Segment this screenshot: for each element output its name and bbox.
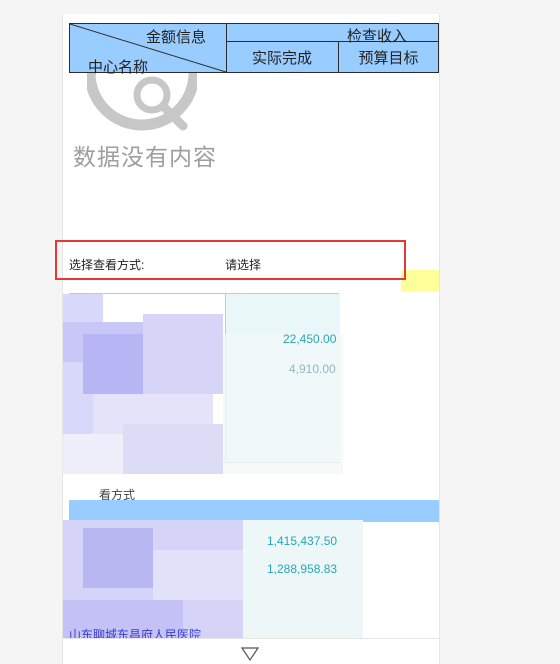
value-2: 4,910.00: [289, 362, 336, 376]
header-group-exam-income: 检查收入: [226, 24, 438, 45]
pixelated-region-top: [63, 294, 343, 474]
value-4: 1,288,958.83: [267, 562, 338, 576]
bottom-bar: [63, 638, 439, 664]
blue-header-row: [69, 500, 439, 522]
value-3: 1,415,437.50: [267, 534, 338, 548]
header-budget-target: 预算目标: [358, 49, 419, 67]
header-actual-completed: 实际完成: [226, 42, 339, 72]
value-1: 22,450.00: [283, 332, 337, 346]
diagonal-header-cell: 金额信息 中心名称: [70, 24, 227, 76]
report-panel: 金额信息 中心名称 检查收入 实际完成 预算目标 数据没有内容 选择查看方式: …: [62, 14, 440, 664]
magnifier-icon: [87, 73, 197, 131]
table-header: 金额信息 中心名称 检查收入 实际完成 预算目标: [69, 23, 439, 76]
empty-state-message: 数据没有内容: [73, 144, 217, 170]
chevron-down-icon[interactable]: [241, 647, 259, 661]
yellow-strip: [401, 270, 439, 292]
header-amount-info: 金额信息: [146, 29, 207, 46]
highlight-box: [55, 240, 406, 280]
